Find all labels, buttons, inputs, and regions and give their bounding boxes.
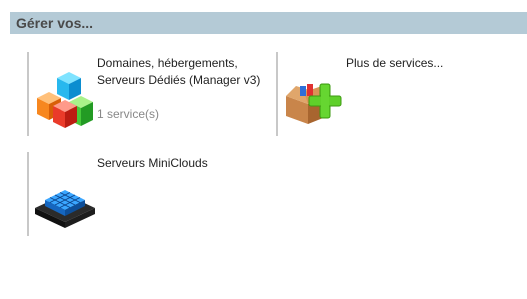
tile-label-domaines[interactable]: Domaines, hébergements, Serveurs Dédiés …: [97, 55, 260, 89]
box-plus-icon: [282, 74, 348, 126]
tile-label-plus[interactable]: Plus de services...: [346, 55, 443, 72]
tile-label-miniclouds[interactable]: Serveurs MiniClouds: [97, 155, 208, 172]
service-tile-domaines[interactable]: Domaines, hébergements, Serveurs Dédiés …: [27, 52, 269, 136]
tile-label-line: Domaines, hébergements, Serveurs Dédiés …: [97, 56, 261, 87]
service-count: 1 service(s): [97, 107, 160, 121]
section-header: Gérer vos...: [10, 12, 527, 34]
service-tile-miniclouds[interactable]: Serveurs MiniClouds: [27, 152, 269, 236]
service-tile-plus[interactable]: Plus de services...: [276, 52, 518, 136]
section-title: Gérer vos...: [16, 15, 94, 31]
server-grid-icon: [33, 180, 97, 228]
colored-cubes-icon: [33, 70, 103, 130]
